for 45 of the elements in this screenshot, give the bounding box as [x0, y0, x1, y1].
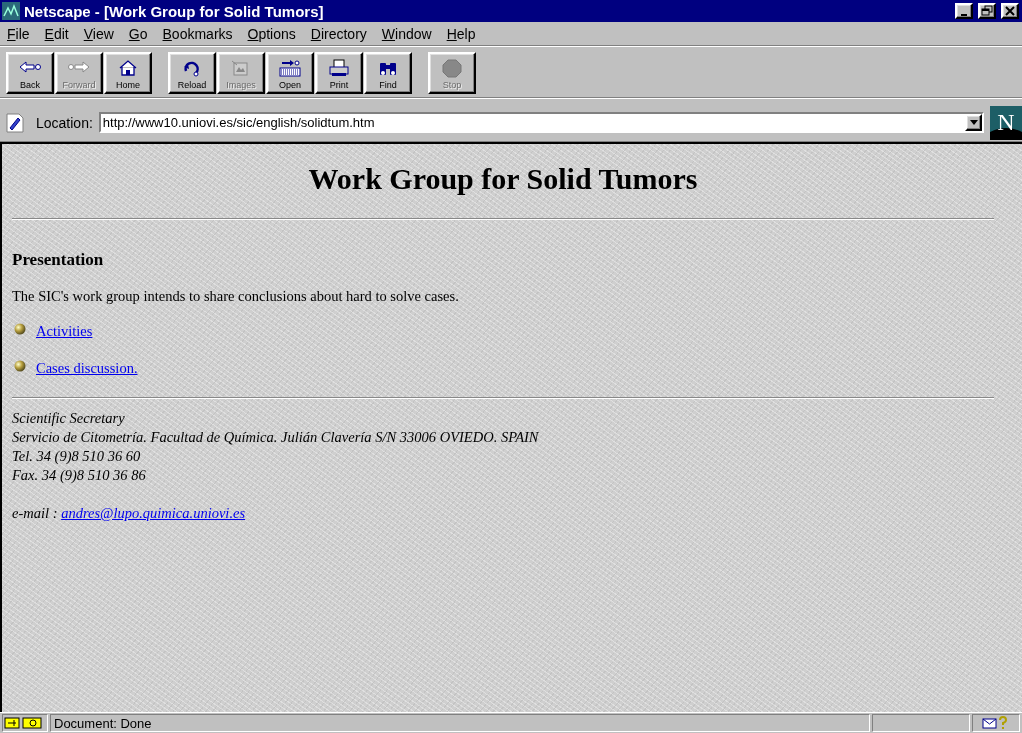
- netscape-logo: N: [990, 105, 1022, 140]
- close-button[interactable]: [1001, 3, 1019, 19]
- toolbar-button[interactable]: Back: [6, 52, 54, 94]
- minimize-icon: [961, 14, 967, 16]
- address-line: Servicio de Citometría. Facultad de Química. Julián Clavería S/N 33006 OVIEDO. SPAIN: [12, 428, 540, 447]
- dropdown-arrow-icon[interactable]: [969, 120, 978, 125]
- toolbar-button[interactable]: Reload: [168, 52, 216, 94]
- bullet-ball-icon: [14, 323, 26, 335]
- menu-item[interactable]: Help: [446, 25, 476, 42]
- section-heading: Presentation: [12, 250, 105, 270]
- page-link[interactable]: Cases discussion.: [36, 360, 138, 377]
- location-label: Location:: [36, 114, 93, 131]
- menu-item[interactable]: Edit: [44, 25, 69, 42]
- menu-item[interactable]: Window: [381, 25, 432, 42]
- print-icon: [327, 58, 351, 78]
- toolbar-button[interactable]: Open: [266, 52, 314, 94]
- address-line: Fax. 34 (9)8 510 36 86: [12, 466, 147, 485]
- stop-icon: [440, 58, 464, 78]
- restore-button[interactable]: [978, 3, 996, 19]
- bullet-ball-icon: [14, 360, 26, 372]
- menu-item[interactable]: Directory: [310, 25, 367, 42]
- menu-item[interactable]: Bookmarks: [162, 25, 233, 42]
- toolbar-button[interactable]: Home: [104, 52, 152, 94]
- app-icon: [2, 2, 20, 20]
- email-label: e-mail :: [12, 505, 59, 521]
- address-line: Scientific Secretary: [12, 409, 126, 428]
- menu-item[interactable]: Go: [128, 25, 148, 42]
- page-link[interactable]: Activities: [36, 323, 93, 340]
- menu-item[interactable]: View: [83, 25, 114, 42]
- menu-item[interactable]: File: [7, 25, 30, 42]
- intro-paragraph: The SIC's work group intends to share conclusions about hard to solve cases.: [12, 288, 460, 305]
- status-text: Document: Done: [50, 714, 870, 732]
- page-heading: Work Group for Solid Tumors: [307, 162, 699, 196]
- restore-icon: [981, 5, 993, 17]
- window-title: Netscape - [Work Group for Solid Tumors]: [24, 2, 325, 20]
- toolbar-button[interactable]: Find: [364, 52, 412, 94]
- menu-item[interactable]: Options: [247, 25, 296, 42]
- location-field[interactable]: http://www10.uniovi.es/sic/english/solidtum.htm: [98, 112, 984, 133]
- email-link[interactable]: andres@lupo.quimica.uniovi.es: [61, 505, 246, 521]
- toolbar-button[interactable]: Print: [315, 52, 363, 94]
- open-icon: [278, 58, 302, 78]
- bookmark-page-icon[interactable]: [6, 112, 24, 133]
- close-icon: [1004, 5, 1016, 17]
- minimize-button[interactable]: [955, 3, 973, 19]
- address-line: Tel. 34 (9)8 510 36 60: [12, 447, 142, 466]
